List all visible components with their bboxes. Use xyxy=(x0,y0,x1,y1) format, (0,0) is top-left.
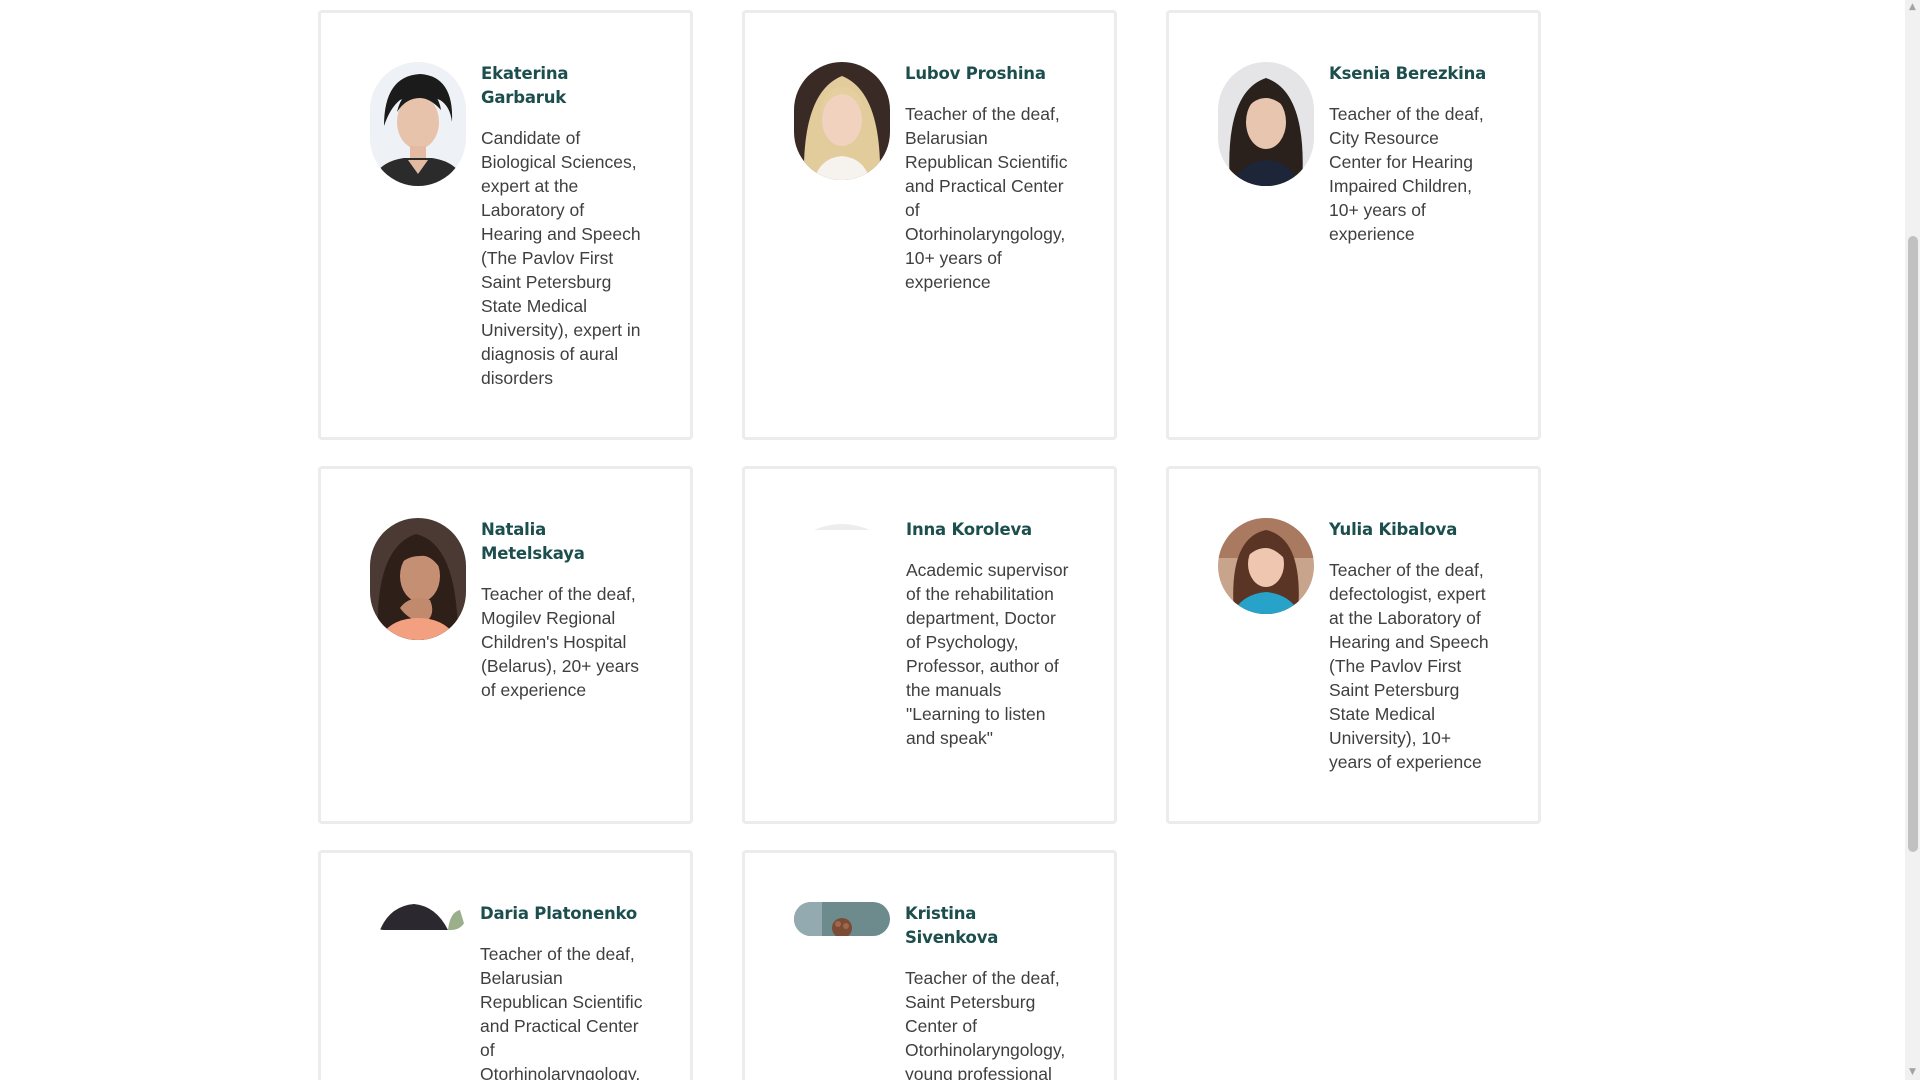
portrait-brown-hair-icon xyxy=(1218,518,1314,614)
expert-bio: Teacher of the deaf, Belarusian Republic… xyxy=(905,104,1068,292)
expert-bio: Teacher of the deaf, Belarusian Republic… xyxy=(480,944,643,1080)
portrait-not-loaded-icon xyxy=(794,518,890,530)
expert-photo xyxy=(370,62,466,186)
expert-photo xyxy=(794,902,890,936)
expert-bio: Candidate of Biological Sciences, expert… xyxy=(481,128,641,388)
expert-bio: Teacher of the deaf, City Resource Cente… xyxy=(1329,104,1484,244)
portrait-dark-hair-icon xyxy=(1218,62,1314,186)
expert-photo xyxy=(370,902,466,930)
expert-name: Natalia Metelskaya xyxy=(481,520,585,563)
expert-photo xyxy=(1218,62,1314,186)
portrait-short-dark-hair-icon xyxy=(370,62,466,186)
expert-name: Yulia Kibalova xyxy=(1329,520,1458,539)
expert-card: Natalia Metelskaya Teacher of the deaf, … xyxy=(318,466,693,824)
scroll-down-arrow-icon[interactable]: ▼ xyxy=(1908,1068,1917,1077)
expert-bio: Teacher of the deaf, Mogilev Regional Ch… xyxy=(481,584,640,700)
expert-name: Inna Koroleva xyxy=(906,520,1032,539)
expert-bio: Teacher of the deaf, Saint Petersburg Ce… xyxy=(905,968,1066,1080)
scroll-up-arrow-icon[interactable]: ▲ xyxy=(1908,3,1917,12)
expert-card: Lubov Proshina Teacher of the deaf, Bela… xyxy=(742,10,1117,440)
expert-name: Kristina Sivenkova xyxy=(905,904,999,947)
expert-bio: Academic supervisor of the rehabilitatio… xyxy=(906,560,1069,748)
expert-photo xyxy=(794,518,890,530)
portrait-partially-loaded-icon xyxy=(794,902,890,936)
portrait-dark-hair-hand-icon xyxy=(370,518,466,640)
expert-name: Lubov Proshina xyxy=(905,64,1046,83)
expert-photo xyxy=(1218,518,1314,614)
expert-photo xyxy=(370,518,466,640)
portrait-blonde-hair-icon xyxy=(794,62,890,180)
portrait-partially-loaded-icon xyxy=(370,902,466,930)
expert-bio: Teacher of the deaf, defectologist, expe… xyxy=(1329,560,1489,772)
expert-card: Daria Platonenko Teacher of the deaf, Be… xyxy=(318,850,693,1080)
page-scrollbar[interactable]: ▲ ▼ xyxy=(1905,0,1920,1080)
expert-card: Ekaterina Garbaruk Candidate of Biologic… xyxy=(318,10,693,440)
scrollbar-thumb[interactable] xyxy=(1908,236,1918,852)
expert-name: Ksenia Berezkina xyxy=(1329,64,1487,83)
expert-team-page: Ekaterina Garbaruk Candidate of Biologic… xyxy=(0,0,1920,1080)
expert-photo xyxy=(794,62,890,180)
expert-name: Ekaterina Garbaruk xyxy=(481,64,569,107)
expert-card: Inna Koroleva Academic supervisor of the… xyxy=(742,466,1117,824)
expert-name: Daria Platonenko xyxy=(480,904,637,923)
expert-card: Kristina Sivenkova Teacher of the deaf, … xyxy=(742,850,1117,1080)
expert-card: Yulia Kibalova Teacher of the deaf, defe… xyxy=(1166,466,1541,824)
expert-card: Ksenia Berezkina Teacher of the deaf, Ci… xyxy=(1166,10,1541,440)
